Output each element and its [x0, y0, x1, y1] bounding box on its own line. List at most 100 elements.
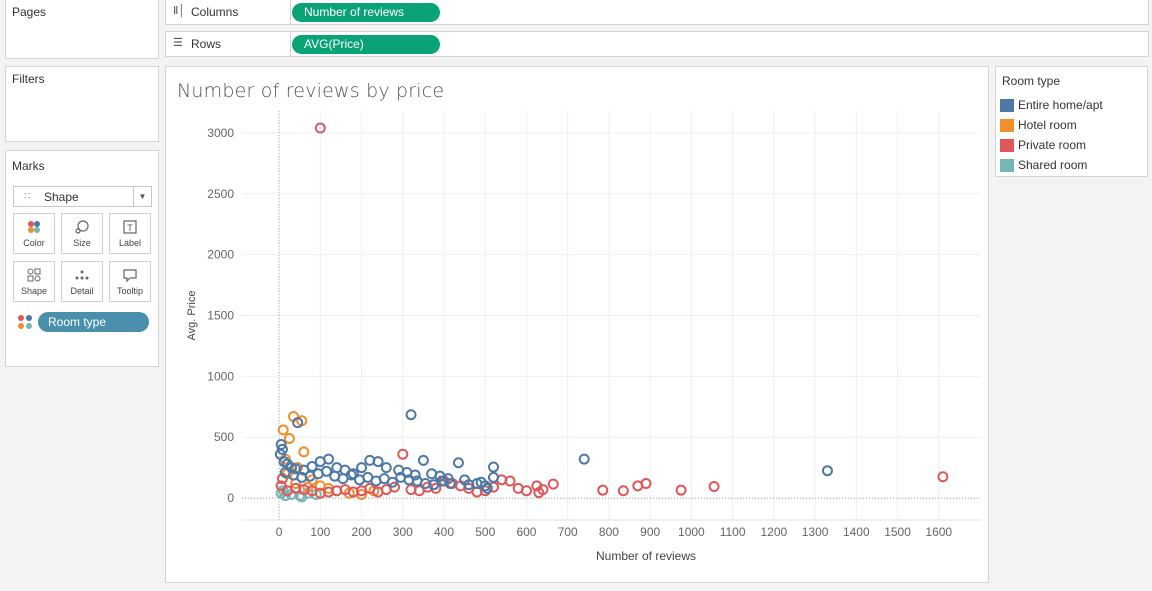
- columns-icon: Ⅱ│: [173, 5, 186, 17]
- x-axis-title: Number of reviews: [596, 549, 696, 563]
- data-point: [283, 432, 295, 444]
- x-tick-label: 400: [434, 525, 454, 539]
- y-tick-label: 2000: [207, 248, 234, 262]
- size-icon: [62, 219, 102, 235]
- legend-swatch: [1000, 119, 1014, 132]
- shape-type-icon: ∷: [24, 191, 31, 202]
- x-tick-label: 1400: [843, 525, 870, 539]
- color-legend: Room type Entire home/apt Hotel room Pri…: [995, 66, 1148, 177]
- scatter-plot[interactable]: 0 100 200 300 400 500 600 700 800 900 1000 1100 1200…: [166, 67, 988, 582]
- legend-item-hotel-room[interactable]: Hotel room: [1000, 116, 1140, 134]
- legend-item-shared-room[interactable]: Shared room: [1000, 156, 1140, 174]
- x-tick-label: 100: [310, 525, 330, 539]
- color-icon: [14, 219, 54, 235]
- x-tick-label: 1600: [925, 525, 952, 539]
- columns-label: Columns: [191, 5, 239, 19]
- data-point: [487, 461, 499, 473]
- x-tick-label: 700: [558, 525, 578, 539]
- size-button-label: Size: [73, 238, 91, 248]
- mark-type-dropdown[interactable]: ∷ Shape ▼: [13, 186, 152, 207]
- color-button[interactable]: Color: [13, 213, 55, 254]
- shelf-divider: [290, 32, 291, 56]
- x-tick-label: 1000: [678, 525, 705, 539]
- x-tick-label: 500: [475, 525, 495, 539]
- data-point: [405, 409, 417, 421]
- data-point: [298, 446, 310, 458]
- legend-title: Room type: [1002, 74, 1061, 88]
- legend-label: Private room: [1018, 138, 1087, 152]
- x-tick-label: 1100: [720, 525, 746, 539]
- room-type-pill[interactable]: Room type: [38, 312, 149, 332]
- data-point: [578, 453, 590, 465]
- rows-pill[interactable]: AVG(Price): [292, 35, 440, 54]
- data-point: [277, 424, 289, 436]
- legend-label: Entire home/apt: [1018, 98, 1103, 112]
- data-point: [937, 471, 949, 483]
- x-tick-label: 1500: [884, 525, 911, 539]
- data-point: [487, 471, 499, 483]
- y-tick-label: 3000: [207, 126, 234, 140]
- detail-icon: [62, 267, 102, 283]
- data-point: [481, 482, 493, 494]
- data-point: [675, 484, 687, 496]
- shape-button[interactable]: Shape: [13, 261, 55, 302]
- tooltip-button[interactable]: Tooltip: [109, 261, 151, 302]
- data-point: [597, 484, 609, 496]
- label-button-label: Label: [118, 238, 142, 248]
- tooltip-icon: [110, 267, 150, 283]
- data-point: [617, 485, 629, 497]
- columns-pill[interactable]: Number of reviews: [292, 3, 440, 22]
- data-point: [512, 482, 524, 494]
- detail-button[interactable]: Detail: [61, 261, 103, 302]
- y-tick-label: 1500: [207, 309, 234, 323]
- legend-label: Shared room: [1018, 158, 1088, 172]
- label-button[interactable]: T Label: [109, 213, 151, 254]
- data-point: [380, 462, 392, 474]
- data-point: [632, 480, 644, 492]
- data-point: [417, 454, 429, 466]
- data-point: [452, 457, 464, 469]
- legend-label: Hotel room: [1018, 118, 1077, 132]
- tooltip-button-label: Tooltip: [116, 286, 143, 296]
- shelf-divider: [290, 0, 291, 24]
- color-encoding-icon: [18, 315, 34, 331]
- legend-swatch: [1000, 139, 1014, 152]
- x-tick-label: 800: [599, 525, 619, 539]
- x-tick-label: 0: [276, 525, 283, 539]
- y-tick-label: 1000: [207, 369, 234, 383]
- data-point: [821, 465, 833, 477]
- detail-button-label: Detail: [70, 286, 94, 296]
- rows-icon: ☰: [173, 37, 183, 49]
- chevron-down-icon[interactable]: ▼: [133, 187, 151, 206]
- legend-swatch: [1000, 99, 1014, 112]
- columns-shelf[interactable]: Ⅱ│ Columns Number of reviews: [165, 0, 1149, 25]
- legend-item-entire-home[interactable]: Entire home/apt: [1000, 96, 1140, 114]
- marks-panel: Marks ∷ Shape ▼ Color Size T Label Shape…: [5, 150, 159, 367]
- legend-item-private-room[interactable]: Private room: [1000, 136, 1140, 154]
- svg-text:T: T: [127, 223, 133, 233]
- x-tick-label: 1200: [761, 525, 788, 539]
- data-point: [708, 481, 720, 493]
- data-point: [323, 453, 335, 465]
- label-icon: T: [110, 219, 150, 235]
- x-tick-label: 1300: [802, 525, 829, 539]
- size-button[interactable]: Size: [61, 213, 103, 254]
- rows-shelf[interactable]: ☰ Rows AVG(Price): [165, 31, 1149, 57]
- shape-icon: [14, 267, 54, 283]
- x-tick-label: 900: [640, 525, 660, 539]
- x-tick-label: 600: [516, 525, 536, 539]
- y-axis-title: Avg. Price: [186, 291, 198, 341]
- x-tick-label: 200: [352, 525, 372, 539]
- x-tick-label: 300: [393, 525, 413, 539]
- viz-canvas[interactable]: 0 100 200 300 400 500 600 700 800 900 1000 1100 1200…: [165, 66, 989, 583]
- color-button-label: Color: [23, 238, 45, 248]
- pages-panel: Pages: [5, 0, 159, 59]
- chart-title: Number of reviews by price: [177, 80, 445, 102]
- data-point: [547, 478, 559, 490]
- color-field-row: Room type: [18, 312, 154, 332]
- filters-title: Filters: [12, 72, 45, 86]
- filters-panel[interactable]: Filters: [5, 66, 159, 142]
- rows-label: Rows: [191, 37, 222, 51]
- legend-swatch: [1000, 159, 1014, 172]
- y-tick-label: 0: [227, 491, 234, 505]
